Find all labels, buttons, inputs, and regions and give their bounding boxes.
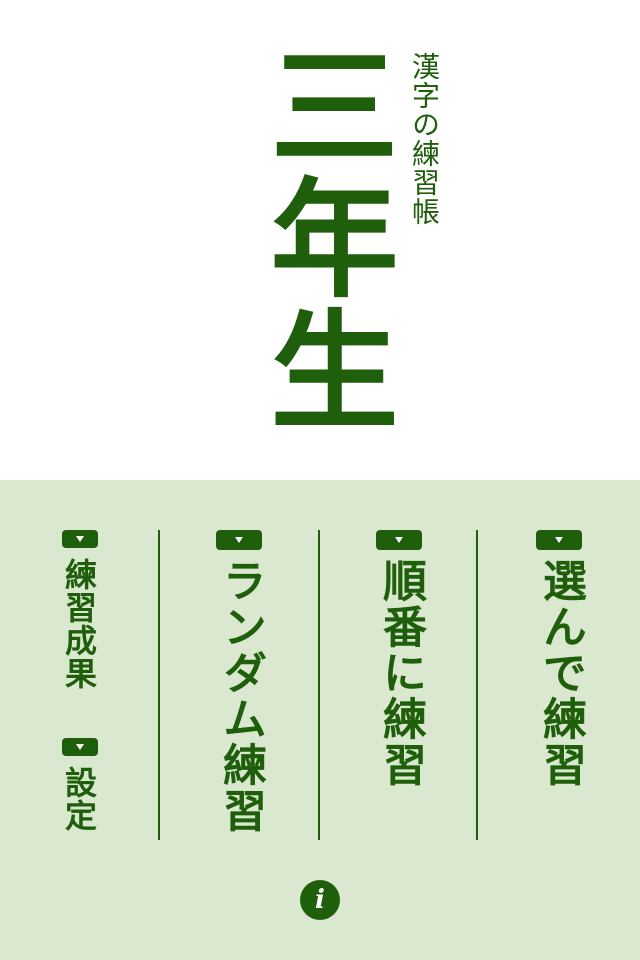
menu-random-practice[interactable]: ランダム練習 [210,530,310,840]
triangle-down-icon [536,530,582,550]
app-subtitle: 漢字の練習帳 [408,52,441,226]
title-area: 三年生 漢字の練習帳 [0,0,640,480]
menu-random-practice-label: ランダム練習 [215,558,266,834]
menu-results-label: 練習成果 [60,558,98,690]
menu-results[interactable]: 練習成果 [60,530,100,710]
divider [318,530,320,840]
menu-secondary-column: 練習成果 設定 [60,530,160,840]
info-button[interactable]: i [300,880,340,920]
menu-sequential-practice[interactable]: 順番に練習 [370,530,470,840]
triangle-down-icon [62,530,98,548]
menu-settings-label: 設定 [60,766,98,832]
app-title: 三年生 [248,40,398,436]
menu-panel: 選んで練習 順番に練習 ランダム練習 練習成果 設定 i [0,480,640,960]
info-icon: i [315,885,325,915]
menu-settings[interactable]: 設定 [60,738,100,838]
triangle-down-icon [376,530,422,550]
divider [476,530,478,840]
triangle-down-icon [62,738,98,756]
triangle-down-icon [216,530,262,550]
menu-select-practice[interactable]: 選んで練習 [530,530,630,840]
menu-sequential-practice-label: 順番に練習 [375,558,426,788]
menu-select-practice-label: 選んで練習 [535,558,586,788]
